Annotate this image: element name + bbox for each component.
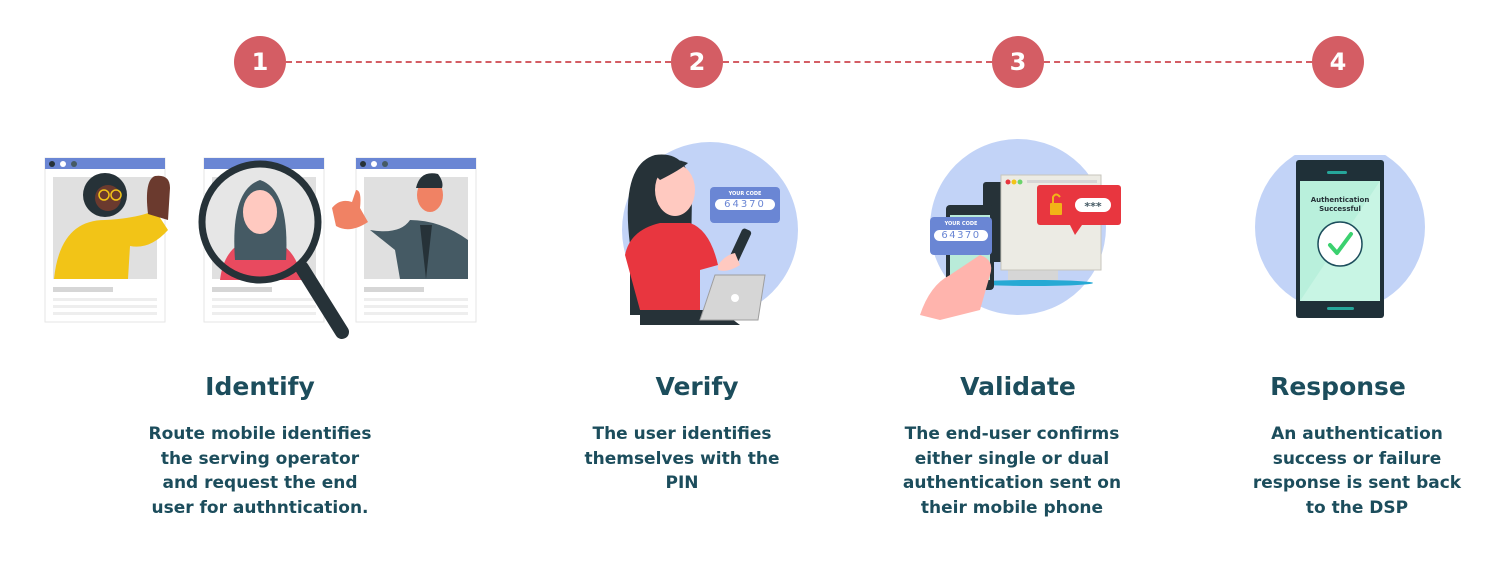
code-bubble: YOUR CODE 64370 (930, 217, 992, 255)
step-1-badge: 1 (234, 36, 286, 88)
profile-card-1 (44, 157, 170, 323)
step-4-title: Response (1270, 372, 1406, 401)
step-1-title: Identify (205, 372, 315, 401)
code-value: 64370 (934, 230, 988, 241)
code-bubble: YOUR CODE 64370 (710, 187, 780, 223)
code-label: YOUR CODE (944, 221, 978, 227)
step-2-description: The user identifies themselves with the … (584, 424, 780, 493)
identify-illustration (44, 157, 477, 339)
step-3-badge: 3 (992, 36, 1044, 88)
code-label: YOUR CODE (728, 191, 762, 197)
verify-illustration: YOUR CODE 64370 (600, 135, 800, 330)
step-1-description: Route mobile identifies the serving oper… (148, 424, 372, 518)
validate-illustration: YOUR CODE 64370 *** (910, 135, 1130, 325)
step-3-title: Validate (960, 372, 1076, 401)
step-3-description: The end-user confirms either single or d… (902, 424, 1122, 518)
code-value: 64370 (715, 199, 775, 210)
step-4-description: An authentication success or failure res… (1252, 424, 1462, 518)
connector-3-4 (1044, 61, 1312, 63)
step-4-badge: 4 (1312, 36, 1364, 88)
connector-2-3 (723, 61, 992, 63)
connector-1-2 (286, 61, 671, 63)
success-text-line2: Successful (1319, 205, 1361, 213)
response-illustration: Authentication Successful (1240, 155, 1440, 325)
success-text-line1: Authentication (1310, 196, 1370, 204)
password-field: *** (1075, 198, 1111, 213)
profile-card-3 (332, 157, 477, 323)
step-2-badge: 2 (671, 36, 723, 88)
step-2-title: Verify (655, 372, 739, 401)
